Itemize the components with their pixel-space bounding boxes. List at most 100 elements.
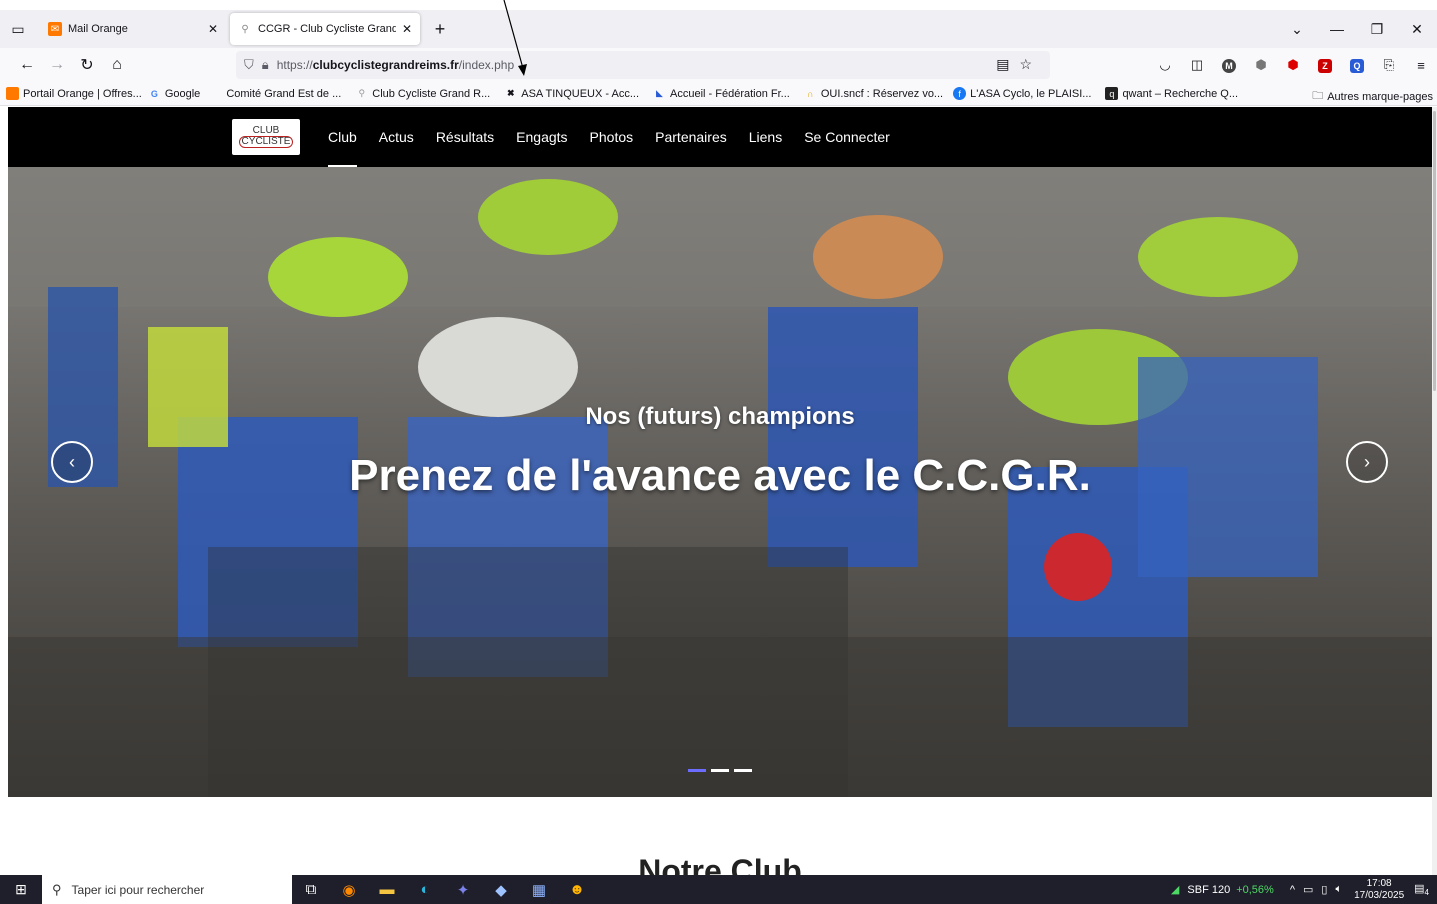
restore-button[interactable]: ❐ — [1357, 21, 1397, 38]
bookmark-item[interactable]: ✖ ASA TINQUEUX - Acc... — [504, 87, 639, 100]
hero-subtitle: Nos (futurs) champions — [585, 403, 855, 430]
shield-icon[interactable]: ⛉ — [244, 57, 254, 73]
carousel-next-button[interactable]: › — [1346, 441, 1388, 483]
network-icon[interactable]: ▭ — [1303, 883, 1313, 896]
back-button[interactable]: ← — [12, 56, 42, 74]
extensions-puzzle-icon[interactable]: ⎘ — [1373, 57, 1405, 73]
carousel-indicator[interactable] — [688, 769, 706, 772]
extensions-toolbar: ◡ ◫ M ⬢ ⬢ Z Q ⎘ ≡ — [1149, 48, 1437, 82]
bookmark-item[interactable]: f L'ASA Cyclo, le PLAISI... — [953, 87, 1091, 100]
bookmark-item[interactable]: ∩ OUI.sncf : Réservez vo... — [804, 87, 943, 100]
browser-tab-bar: ▭ ✉ Mail Orange ✕ ⚲ CCGR - Club Cycliste… — [0, 10, 1437, 48]
club-logo[interactable]: CLUB CYCLISTE — [232, 119, 300, 155]
extension-shield-icon[interactable]: ⬢ — [1245, 57, 1277, 73]
file-explorer-icon[interactable]: ▬ — [368, 881, 406, 898]
menu-se-connecter[interactable]: Se Connecter — [804, 107, 890, 167]
bookmark-item[interactable]: G Google — [148, 87, 201, 100]
bookmark-item[interactable]: ⚲ Club Cycliste Grand R... — [355, 87, 490, 100]
stock-name[interactable]: SBF 120 — [1187, 884, 1230, 896]
browser-nav-bar: ← → ↻ ⌂ ⛉ 🔒︎ https:// clubcyclistegrandr… — [0, 48, 1437, 82]
other-bookmarks[interactable]: 🗀 Autres marque-pages — [1312, 87, 1433, 106]
teams-icon[interactable]: ✦ — [444, 881, 482, 899]
menu-liens[interactable]: Liens — [749, 107, 782, 167]
url-protocol: https:// — [276, 58, 313, 72]
reader-bookmark-icons[interactable]: ▤☆ — [996, 56, 1042, 73]
logo-line-2: CYCLISTE — [238, 136, 294, 148]
sidebar-icon[interactable]: ◫ — [1181, 57, 1213, 73]
minimize-button[interactable]: — — [1317, 21, 1357, 37]
menu-partenaires[interactable]: Partenaires — [655, 107, 727, 167]
stock-chart-icon: ◢ — [1170, 884, 1180, 896]
close-window-button[interactable]: ✕ — [1397, 21, 1437, 38]
menu-club[interactable]: Club — [328, 107, 357, 167]
clock[interactable]: 17:08 17/03/2025 — [1354, 878, 1404, 902]
lock-icon[interactable]: 🔒︎ — [262, 57, 269, 73]
carousel-indicator[interactable] — [734, 769, 752, 772]
app-colorful-icon[interactable]: ☻ — [558, 881, 596, 898]
system-tray: ◢ SBF 120 +0,56% ^ ▭ ▯ 🔈︎ 17:08 17/03/20… — [1171, 875, 1437, 904]
firefox-icon[interactable]: ◉ — [330, 881, 368, 899]
search-icon: ⚲ — [52, 881, 62, 897]
close-tab-icon[interactable]: ✕ — [402, 22, 412, 36]
page-scrollbar[interactable] — [1432, 107, 1437, 875]
windows-taskbar: ⊞ ⚲ Taper ici pour rechercher ⧉ ◉ ▬ ◐ ✦ … — [0, 875, 1437, 904]
logo-line-1: CLUB — [252, 125, 280, 136]
menu-photos[interactable]: Photos — [590, 107, 634, 167]
facebook-icon: f — [953, 87, 967, 100]
menu-icon[interactable]: ≡ — [1405, 58, 1437, 73]
window-top-edge — [0, 0, 1437, 10]
home-button[interactable]: ⌂ — [102, 56, 132, 74]
url-host: clubcyclistegrandreims.fr — [312, 58, 459, 72]
carousel-indicators — [688, 769, 757, 772]
volume-icon[interactable]: 🔈︎ — [1335, 883, 1342, 896]
tab-title: Mail Orange — [68, 23, 128, 35]
bookmark-item[interactable]: q qwant – Recherche Q... — [1105, 87, 1238, 100]
forward-button[interactable]: → — [42, 56, 72, 74]
new-tab-button[interactable]: + — [428, 19, 452, 40]
stock-change: +0,56% — [1236, 883, 1274, 896]
tab-title: CCGR - Club Cycliste Grand Reims — [258, 23, 396, 35]
asa-icon: ✖ — [506, 88, 515, 98]
account-m-icon[interactable]: M — [1213, 57, 1245, 73]
ublock-icon[interactable]: ⬢ — [1277, 57, 1309, 73]
task-view-icon[interactable]: ⧉ — [292, 881, 330, 898]
pocket-icon[interactable]: ◡ — [1149, 57, 1181, 73]
chevron-up-icon[interactable]: ^ — [1290, 884, 1295, 896]
ffc-icon: ◣ — [656, 88, 663, 98]
orange-icon — [6, 87, 19, 100]
search-placeholder: Taper ici pour rechercher — [71, 882, 205, 897]
bookmark-item[interactable]: Portail Orange | Offres... — [6, 87, 142, 100]
app-icon[interactable]: ◆ — [482, 881, 520, 899]
google-icon: G — [150, 88, 158, 99]
tab-ccgr[interactable]: ⚲ CCGR - Club Cycliste Grand Reims ✕ — [230, 13, 420, 45]
battery-icon[interactable]: ▯ — [1321, 883, 1327, 896]
chevron-down-icon[interactable]: ⌄ — [1277, 21, 1317, 38]
notification-icon[interactable]: ▤4 — [1414, 882, 1429, 897]
tab-mail-orange[interactable]: ✉ Mail Orange ✕ — [40, 13, 226, 45]
url-bar[interactable]: ⛉ 🔒︎ https:// clubcyclistegrandreims.fr … — [236, 51, 1050, 79]
scrollbar-thumb[interactable] — [1433, 111, 1436, 391]
window-controls: ⌄ — ❐ ✕ — [1277, 10, 1437, 48]
qwant-icon: q — [1105, 87, 1119, 100]
cycling-icon: ⚲ — [358, 88, 366, 98]
notepad-icon[interactable]: ▦ — [520, 881, 558, 899]
bookmark-item[interactable]: ◣ Accueil - Fédération Fr... — [653, 87, 790, 100]
folder-icon: 🗀 — [1312, 90, 1324, 102]
windows-start-icon[interactable]: ⊞ — [0, 875, 42, 904]
close-tab-icon[interactable]: ✕ — [208, 22, 218, 36]
extension-red-icon[interactable]: Z — [1309, 57, 1341, 73]
carousel-prev-button[interactable]: ‹ — [51, 441, 93, 483]
menu-actus[interactable]: Actus — [379, 107, 414, 167]
tab-list-icon[interactable]: ▭ — [0, 10, 36, 48]
reload-button[interactable]: ↻ — [72, 55, 102, 75]
bookmark-item[interactable]: Comité Grand Est de ... — [226, 88, 341, 100]
menu-resultats[interactable]: Résultats — [436, 107, 494, 167]
menu-engagts[interactable]: Engagts — [516, 107, 567, 167]
site-menu: Club Actus Résultats Engagts Photos Part… — [328, 107, 912, 167]
edge-icon[interactable]: ◐ — [406, 881, 444, 898]
extension-blue-icon[interactable]: Q — [1341, 57, 1373, 73]
hero-carousel: Nos (futurs) champions Prenez de l'avanc… — [8, 167, 1432, 797]
carousel-indicator[interactable] — [711, 769, 729, 772]
taskbar-search-input[interactable]: ⚲ Taper ici pour rechercher — [42, 875, 292, 904]
section-title: Notre Club — [638, 853, 802, 875]
